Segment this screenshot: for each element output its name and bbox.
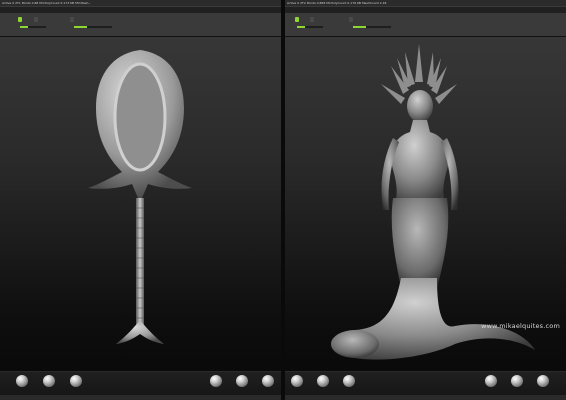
bottom-toolbar bbox=[285, 371, 566, 400]
info-bar: Active 0 2T1 Points 0.68 Mil PolyCount 0… bbox=[0, 0, 281, 6]
material-ball-2[interactable] bbox=[317, 375, 329, 387]
bottom-toolbar bbox=[0, 371, 281, 400]
menu-row bbox=[285, 7, 566, 13]
viewport[interactable] bbox=[0, 38, 281, 373]
material-ball-5[interactable] bbox=[511, 375, 523, 387]
focal-shift-button[interactable] bbox=[70, 17, 74, 22]
draw-button[interactable] bbox=[34, 17, 38, 22]
info-bar: Active 0 2T2 Points 0.868 Mil PolyCount … bbox=[285, 0, 566, 6]
edit-button[interactable] bbox=[295, 17, 299, 22]
edit-button[interactable] bbox=[18, 17, 22, 22]
draw-size-slider[interactable] bbox=[74, 26, 112, 28]
info-bar-text: Active 0 2T1 Points 0.68 Mil PolyCount 0… bbox=[2, 1, 92, 5]
status-bar bbox=[285, 395, 566, 400]
draw-size-slider[interactable] bbox=[353, 26, 391, 28]
material-ball-1[interactable] bbox=[291, 375, 303, 387]
right-zbrush-window: Active 0 2T2 Points 0.868 Mil PolyCount … bbox=[285, 0, 566, 400]
hand-mirror-model bbox=[88, 50, 192, 344]
focal-shift-button[interactable] bbox=[349, 17, 353, 22]
material-ball-3[interactable] bbox=[70, 375, 82, 387]
material-ball-6[interactable] bbox=[262, 375, 274, 387]
material-ball-4[interactable] bbox=[485, 375, 497, 387]
intensity-slider[interactable] bbox=[20, 26, 46, 28]
top-toolbar bbox=[0, 14, 281, 37]
watermark-text: www.mikaelquites.com bbox=[481, 322, 560, 330]
intensity-slider[interactable] bbox=[297, 26, 323, 28]
draw-button[interactable] bbox=[310, 17, 314, 22]
left-zbrush-window: Active 0 2T1 Points 0.68 Mil PolyCount 0… bbox=[0, 0, 281, 400]
material-ball-1[interactable] bbox=[16, 375, 28, 387]
info-bar-text: Active 0 2T2 Points 0.868 Mil PolyCount … bbox=[287, 1, 387, 5]
material-ball-4[interactable] bbox=[210, 375, 222, 387]
material-ball-5[interactable] bbox=[236, 375, 248, 387]
menu-row bbox=[0, 7, 281, 13]
material-ball-6[interactable] bbox=[537, 375, 549, 387]
status-bar bbox=[0, 395, 281, 400]
material-ball-3[interactable] bbox=[343, 375, 355, 387]
top-toolbar bbox=[285, 14, 566, 37]
material-ball-2[interactable] bbox=[43, 375, 55, 387]
